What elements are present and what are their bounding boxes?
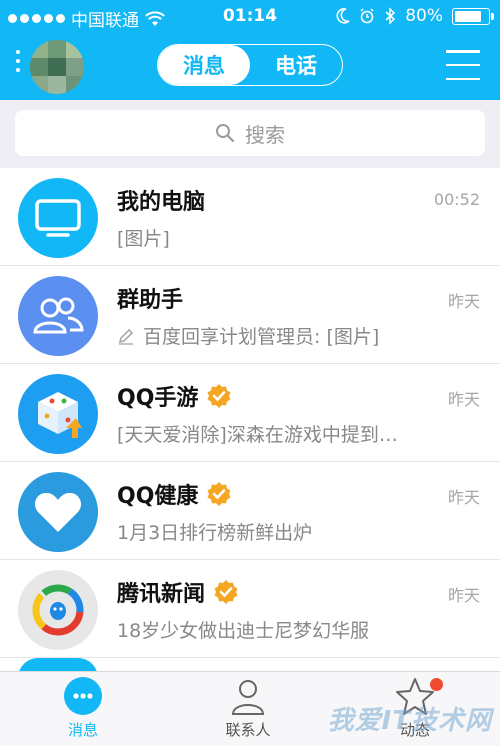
conversation-row[interactable]: 群助手 昨天 百度回享计划管理员: [图片] — [0, 266, 500, 364]
status-right: 80% — [336, 6, 494, 26]
conversation-row[interactable]: 腾讯新闻 昨天 18岁少女做出迪士尼梦幻华服 — [0, 560, 500, 658]
verified-badge-icon — [207, 482, 231, 506]
conversation-time: 昨天 — [447, 390, 480, 409]
search-placeholder: 搜索 — [245, 122, 285, 147]
conversation-preview: 1月3日排行榜新鲜出炉 — [117, 522, 313, 544]
verified-badge-icon — [214, 580, 238, 604]
conversation-time: 昨天 — [447, 488, 480, 507]
monitor-icon — [18, 178, 98, 258]
conversation-time: 昨天 — [447, 292, 480, 311]
bluetooth-icon — [385, 7, 396, 25]
more-dots-icon[interactable] — [16, 50, 20, 72]
tencent-news-icon — [18, 570, 98, 650]
tab-bar-messages-label: 消息 — [67, 721, 98, 739]
verified-badge-icon — [207, 384, 231, 408]
watermark: 我爱IT技术网 — [327, 706, 492, 736]
search-icon — [216, 124, 235, 143]
conversation-preview: 百度回享计划管理员: [图片] — [117, 322, 379, 349]
conversation-name: 群助手 — [117, 288, 184, 313]
tab-calls[interactable]: 电话 — [250, 45, 342, 85]
alarm-icon — [360, 8, 374, 24]
tab-messages[interactable]: 消息 — [158, 45, 250, 85]
status-bar: 中国联通 01:14 80% — [0, 0, 500, 34]
hamburger-menu-icon[interactable] — [446, 50, 480, 80]
conversation-row[interactable]: QQ手游 昨天 [天天爱消除]深森在游戏中提到… — [0, 364, 500, 462]
conversation-time: 00:52 — [433, 190, 480, 209]
battery-percent: 80% — [405, 6, 443, 26]
search-area: 搜索 — [0, 100, 500, 168]
conversation-name: QQ健康 — [117, 478, 232, 510]
conversation-list: 我的电脑 00:52 [图片] 群助手 昨天 百度回享计划管理员: [图片] Q… — [0, 168, 500, 678]
conversation-row[interactable]: QQ健康 昨天 1月3日排行榜新鲜出炉 — [0, 462, 500, 560]
group-icon — [18, 276, 98, 356]
conversation-preview: [天天爱消除]深森在游戏中提到… — [117, 424, 398, 446]
my-avatar[interactable] — [30, 40, 84, 94]
notification-dot — [430, 678, 443, 691]
battery-icon — [452, 7, 494, 25]
chat-bubble-icon — [64, 677, 102, 715]
conversation-row[interactable]: 我的电脑 00:52 [图片] — [0, 168, 500, 266]
message-call-switch: 消息 电话 — [157, 44, 343, 86]
tab-bar-messages[interactable]: 消息 — [33, 676, 133, 746]
conversation-time: 昨天 — [447, 586, 480, 605]
conversation-preview: [图片] — [117, 228, 170, 250]
pencil-icon — [118, 328, 134, 345]
conversation-name: 腾讯新闻 — [117, 576, 239, 608]
moon-icon — [336, 8, 350, 24]
tab-bar-contacts-label: 联系人 — [225, 721, 271, 739]
top-header: 中国联通 01:14 80% 消息 电话 — [0, 0, 500, 100]
conversation-name: QQ手游 — [117, 380, 232, 412]
game-cube-icon — [18, 374, 98, 454]
tab-bar-contacts[interactable]: 联系人 — [198, 676, 298, 746]
conversation-name: 我的电脑 — [117, 190, 206, 215]
conversation-preview: 18岁少女做出迪士尼梦幻华服 — [117, 620, 370, 642]
heart-icon — [18, 472, 98, 552]
contacts-icon — [231, 680, 265, 715]
search-input[interactable]: 搜索 — [15, 110, 485, 156]
